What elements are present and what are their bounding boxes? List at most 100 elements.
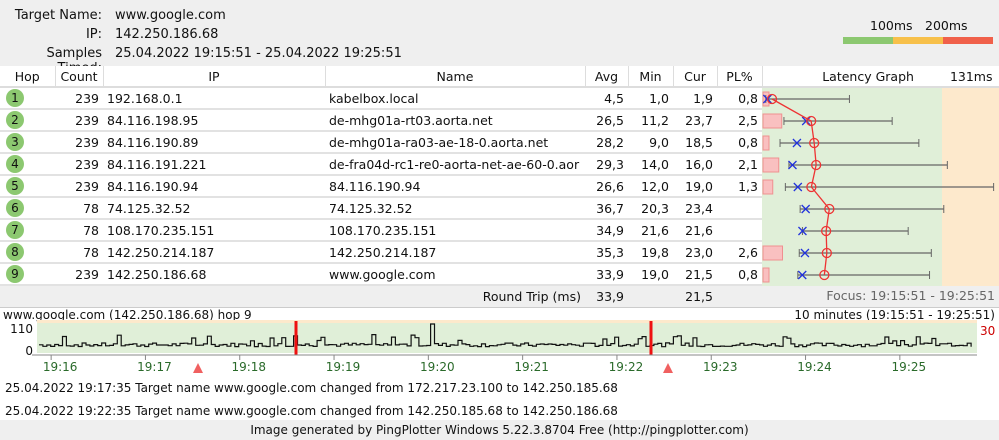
ip-cell: 142.250.186.68 [103,263,325,286]
legend-200ms: 200ms [925,18,968,33]
pl-scale-label: 30 [980,324,995,338]
avg-cell: 4,5 [585,87,628,110]
count-cell: 239 [55,175,103,198]
count-cell: 78 [55,241,103,264]
legend-red [943,37,993,44]
ip-cell: 84.116.190.89 [103,131,325,154]
event-marker [663,363,673,373]
time-tick-label: 19:22 [609,360,644,374]
event-marker [193,363,203,373]
round-trip-row: Round Trip (ms) 33,9 21,5 Focus: 19:15:51 -… [0,285,999,308]
packet-loss-marker [294,321,298,355]
ip-cell: 84.116.191.221 [103,153,325,176]
col-min[interactable]: Min [628,66,674,88]
time-tick-label: 19:19 [326,360,361,374]
hop-badge: 9 [6,265,24,283]
ip-label: IP: [85,27,102,42]
cur-cell: 21,5 [673,263,717,286]
pl-cell: 1,3 [717,175,762,198]
round-trip-label: Round Trip (ms) [0,285,585,308]
count-cell: 239 [55,87,103,110]
packet-loss-bar [762,113,783,129]
avg-cell: 28,2 [585,131,628,154]
cur-cell: 23,7 [673,109,717,132]
count-cell: 239 [55,109,103,132]
time-tick-label: 19:25 [892,360,927,374]
cur-cell: 19,0 [673,175,717,198]
col-hop[interactable]: Hop [0,66,56,88]
name-cell: kabelbox.local [325,87,585,110]
col-latency-graph[interactable]: Latency Graph 131ms [762,66,999,88]
min-cell: 1,0 [628,87,673,110]
latency-graph [762,88,999,286]
ip-cell: 142.250.214.187 [103,241,325,264]
col-avg[interactable]: Avg [585,66,629,88]
hop-cell: 8 [0,241,55,264]
packet-loss-marker [649,321,653,355]
hop-cell: 5 [0,175,55,198]
col-ip[interactable]: IP [103,66,326,88]
packet-loss-bar [762,267,770,283]
name-cell: www.google.com [325,263,585,286]
hop-cell: 2 [0,109,55,132]
hop-badge: 2 [6,111,24,129]
avg-cell: 29,3 [585,153,628,176]
event-item: 25.04.2022 19:17:35 Target name www.goog… [5,381,618,395]
cur-cell: 1,9 [673,87,717,110]
count-cell: 239 [55,263,103,286]
pl-cell: 0,8 [717,87,762,110]
col-count[interactable]: Count [55,66,104,88]
hop-cell: 7 [0,219,55,242]
target-value: www.google.com [115,8,226,23]
pl-cell: 2,1 [717,153,762,176]
cur-cell: 23,0 [673,241,717,264]
pl-cell [717,197,762,220]
focus-range: Focus: 19:15:51 - 19:25:51 [762,285,999,308]
packet-loss-bar [762,245,783,261]
col-cur[interactable]: Cur [673,66,718,88]
hop-badge: 6 [6,199,24,217]
avg-cell: 26,5 [585,109,628,132]
avg-cell: 36,7 [585,197,628,220]
hop-cell: 3 [0,131,55,154]
hop-cell: 6 [0,197,55,220]
y-min-label: 0 [25,344,33,358]
ip-cell: 192.168.0.1 [103,87,325,110]
packet-loss-bar [762,179,774,195]
y-max-label: 110 [10,322,33,336]
cur-cell: 16,0 [673,153,717,176]
time-tick-label: 19:16 [43,360,78,374]
footer: Image generated by PingPlotter Windows 5… [0,420,999,440]
min-cell: 21,6 [628,219,673,242]
name-cell: 142.250.214.187 [325,241,585,264]
avg-cell: 34,9 [585,219,628,242]
hop-badge: 1 [6,89,24,107]
col-pl[interactable]: PL% [717,66,763,88]
history-chart: 110 0 30 19:16 19:17 19:18 19:19 19:20 19:21 19:2… [10,320,995,374]
time-tick-label: 19:18 [231,360,266,374]
min-cell: 14,0 [628,153,673,176]
event-item: 25.04.2022 19:22:35 Target name www.goog… [5,404,618,418]
packet-loss-bar [762,135,770,151]
min-cell: 19,0 [628,263,673,286]
name-cell: 74.125.32.52 [325,197,585,220]
packet-loss-bar [762,157,780,173]
hop-badge: 4 [6,155,24,173]
hop-badge: 3 [6,133,24,151]
name-cell: de-mhg01a-ra03-ae-18-0.aorta.net [325,131,585,154]
hop-cell: 4 [0,153,55,176]
col-name[interactable]: Name [325,66,586,88]
min-cell: 11,2 [628,109,673,132]
name-cell: 84.116.190.94 [325,175,585,198]
samples-value: 25.04.2022 19:15:51 - 25.04.2022 19:25:5… [115,46,402,61]
pl-cell: 0,8 [717,263,762,286]
count-cell: 239 [55,131,103,154]
pl-cell: 0,8 [717,131,762,154]
name-cell: de-mhg01a-rt03.aorta.net [325,109,585,132]
time-tick-label: 19:24 [797,360,832,374]
hop-badge: 7 [6,221,24,239]
min-cell: 20,3 [628,197,673,220]
time-tick-label: 19:21 [514,360,549,374]
time-tick-label: 19:20 [420,360,455,374]
legend-green [843,37,893,44]
